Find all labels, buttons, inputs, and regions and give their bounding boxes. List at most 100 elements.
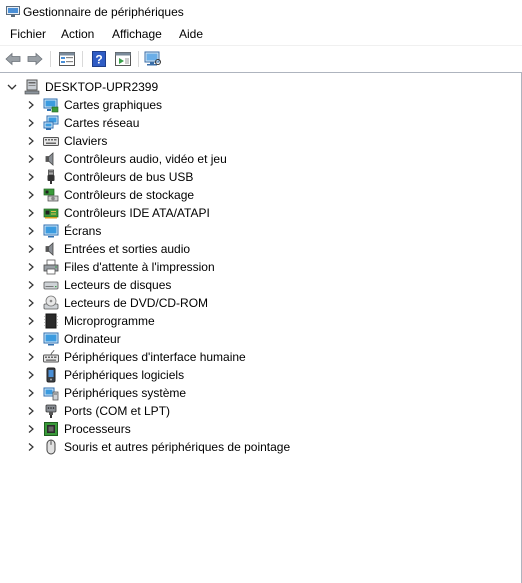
properties-button[interactable] bbox=[57, 50, 77, 68]
chevron-right-icon[interactable] bbox=[26, 208, 36, 218]
tree-root[interactable]: DESKTOP-UPR2399 bbox=[0, 78, 520, 96]
forward-button[interactable] bbox=[25, 50, 45, 68]
scan-hardware-button[interactable] bbox=[143, 50, 163, 68]
system-device-icon bbox=[43, 387, 59, 401]
tree-item-cartes-graphiques[interactable]: Cartes graphiques bbox=[0, 96, 520, 114]
processor-icon bbox=[44, 422, 58, 436]
tree-item-label: Cartes réseau bbox=[64, 116, 140, 130]
tree-item-label: Ordinateur bbox=[64, 332, 121, 346]
device-manager-icon bbox=[6, 6, 20, 17]
tree-item-peripheriques-systeme[interactable]: Périphériques système bbox=[0, 384, 520, 402]
mouse-icon bbox=[46, 439, 56, 455]
monitor-icon bbox=[43, 224, 59, 238]
menu-fichier[interactable]: Fichier bbox=[10, 27, 46, 41]
tree-item-files-attente-impression[interactable]: Files d'attente à l'impression bbox=[0, 258, 520, 276]
network-adapter-icon bbox=[43, 115, 59, 130]
tree-item-label: Périphériques système bbox=[64, 386, 187, 400]
chevron-right-icon[interactable] bbox=[26, 406, 36, 416]
tree-item-label: Ports (COM et LPT) bbox=[64, 404, 171, 418]
tree-item-peripheriques-interface-humaine[interactable]: Périphériques d'interface humaine bbox=[0, 348, 520, 366]
hid-icon bbox=[43, 349, 59, 363]
chevron-right-icon[interactable] bbox=[26, 334, 36, 344]
forward-arrow-icon bbox=[27, 52, 43, 66]
tree-item-label: Périphériques logiciels bbox=[64, 368, 185, 382]
tree-item-peripheriques-logiciels[interactable]: Périphériques logiciels bbox=[0, 366, 520, 384]
tree-item-controleurs-audio-video-jeu[interactable]: Contrôleurs audio, vidéo et jeu bbox=[0, 150, 520, 168]
storage-controller-icon bbox=[43, 188, 59, 202]
chevron-down-icon[interactable] bbox=[6, 81, 18, 93]
tree-item-label: Files d'attente à l'impression bbox=[64, 260, 215, 274]
back-arrow-icon bbox=[5, 52, 21, 66]
menu-bar: Fichier Action Affichage Aide bbox=[0, 24, 522, 44]
tree-item-lecteurs-disques[interactable]: Lecteurs de disques bbox=[0, 276, 520, 294]
tree-item-label: Entrées et sorties audio bbox=[64, 242, 191, 256]
window-title: Gestionnaire de périphériques bbox=[23, 5, 184, 19]
usb-icon bbox=[47, 169, 55, 184]
chevron-right-icon[interactable] bbox=[26, 226, 36, 236]
title-bar: Gestionnaire de périphériques bbox=[0, 0, 522, 24]
chevron-right-icon[interactable] bbox=[26, 190, 36, 200]
chevron-right-icon[interactable] bbox=[26, 280, 36, 290]
tree-item-label: Périphériques d'interface humaine bbox=[64, 350, 246, 364]
back-button[interactable] bbox=[3, 50, 23, 68]
firmware-icon bbox=[44, 313, 58, 329]
chevron-right-icon[interactable] bbox=[26, 262, 36, 272]
device-tree[interactable]: DESKTOP-UPR2399 Cartes graphiques Cartes… bbox=[0, 72, 522, 583]
tree-item-label: Lecteurs de DVD/CD-ROM bbox=[64, 296, 209, 310]
tree-item-label: Contrôleurs de bus USB bbox=[64, 170, 194, 184]
tree-item-label: Contrôleurs IDE ATA/ATAPI bbox=[64, 206, 210, 220]
chevron-right-icon[interactable] bbox=[26, 388, 36, 398]
chevron-right-icon[interactable] bbox=[26, 442, 36, 452]
help-icon: ? bbox=[92, 51, 106, 67]
tree-item-entrees-sorties-audio[interactable]: Entrées et sorties audio bbox=[0, 240, 520, 258]
chevron-right-icon[interactable] bbox=[26, 172, 36, 182]
tree-item-claviers[interactable]: Claviers bbox=[0, 132, 520, 150]
chevron-right-icon[interactable] bbox=[26, 298, 36, 308]
chevron-right-icon[interactable] bbox=[26, 424, 36, 434]
chevron-right-icon[interactable] bbox=[26, 136, 36, 146]
tree-item-label: Claviers bbox=[64, 134, 108, 148]
view-button[interactable] bbox=[113, 50, 133, 68]
menu-action[interactable]: Action bbox=[61, 27, 94, 41]
toolbar: ? bbox=[0, 45, 522, 72]
printer-icon bbox=[43, 259, 59, 275]
keyboard-icon bbox=[43, 137, 59, 146]
view-icon bbox=[115, 52, 131, 66]
tree-item-controleurs-stockage[interactable]: Contrôleurs de stockage bbox=[0, 186, 520, 204]
chevron-right-icon[interactable] bbox=[26, 316, 36, 326]
help-button[interactable]: ? bbox=[89, 50, 109, 68]
tree-item-cartes-reseau[interactable]: Cartes réseau bbox=[0, 114, 520, 132]
chevron-right-icon[interactable] bbox=[26, 352, 36, 362]
tree-item-label: Contrôleurs audio, vidéo et jeu bbox=[64, 152, 227, 166]
tree-item-label: Processeurs bbox=[64, 422, 131, 436]
tree-item-ordinateur[interactable]: Ordinateur bbox=[0, 330, 520, 348]
tree-root-label: DESKTOP-UPR2399 bbox=[45, 80, 159, 94]
chevron-right-icon[interactable] bbox=[26, 244, 36, 254]
software-device-icon bbox=[46, 367, 56, 383]
tree-item-ports-com-lpt[interactable]: Ports (COM et LPT) bbox=[0, 402, 520, 420]
chevron-right-icon[interactable] bbox=[26, 154, 36, 164]
tree-item-processeurs[interactable]: Processeurs bbox=[0, 420, 520, 438]
tree-item-microprogramme[interactable]: Microprogramme bbox=[0, 312, 520, 330]
tree-item-label: Souris et autres périphériques de pointa… bbox=[64, 440, 291, 454]
speaker-icon bbox=[45, 152, 54, 166]
menu-affichage[interactable]: Affichage bbox=[112, 27, 162, 41]
monitor-scan-icon bbox=[144, 51, 161, 66]
tree-item-souris[interactable]: Souris et autres périphériques de pointa… bbox=[0, 438, 520, 456]
tree-item-controleurs-bus-usb[interactable]: Contrôleurs de bus USB bbox=[0, 168, 520, 186]
chevron-right-icon[interactable] bbox=[26, 100, 36, 110]
tree-item-label: Cartes graphiques bbox=[64, 98, 163, 112]
chevron-right-icon[interactable] bbox=[26, 370, 36, 380]
tree-item-ecrans[interactable]: Écrans bbox=[0, 222, 520, 240]
ide-controller-icon bbox=[43, 208, 59, 219]
chevron-right-icon[interactable] bbox=[26, 118, 36, 128]
toolbar-separator bbox=[138, 51, 139, 67]
audio-io-icon bbox=[45, 242, 54, 256]
menu-aide[interactable]: Aide bbox=[179, 27, 203, 41]
svg-text:?: ? bbox=[95, 53, 102, 67]
port-icon bbox=[45, 404, 57, 418]
disk-drive-icon bbox=[43, 281, 59, 290]
tree-item-label: Microprogramme bbox=[64, 314, 155, 328]
tree-item-controleurs-ide[interactable]: Contrôleurs IDE ATA/ATAPI bbox=[0, 204, 520, 222]
tree-item-lecteurs-dvd[interactable]: Lecteurs de DVD/CD-ROM bbox=[0, 294, 520, 312]
